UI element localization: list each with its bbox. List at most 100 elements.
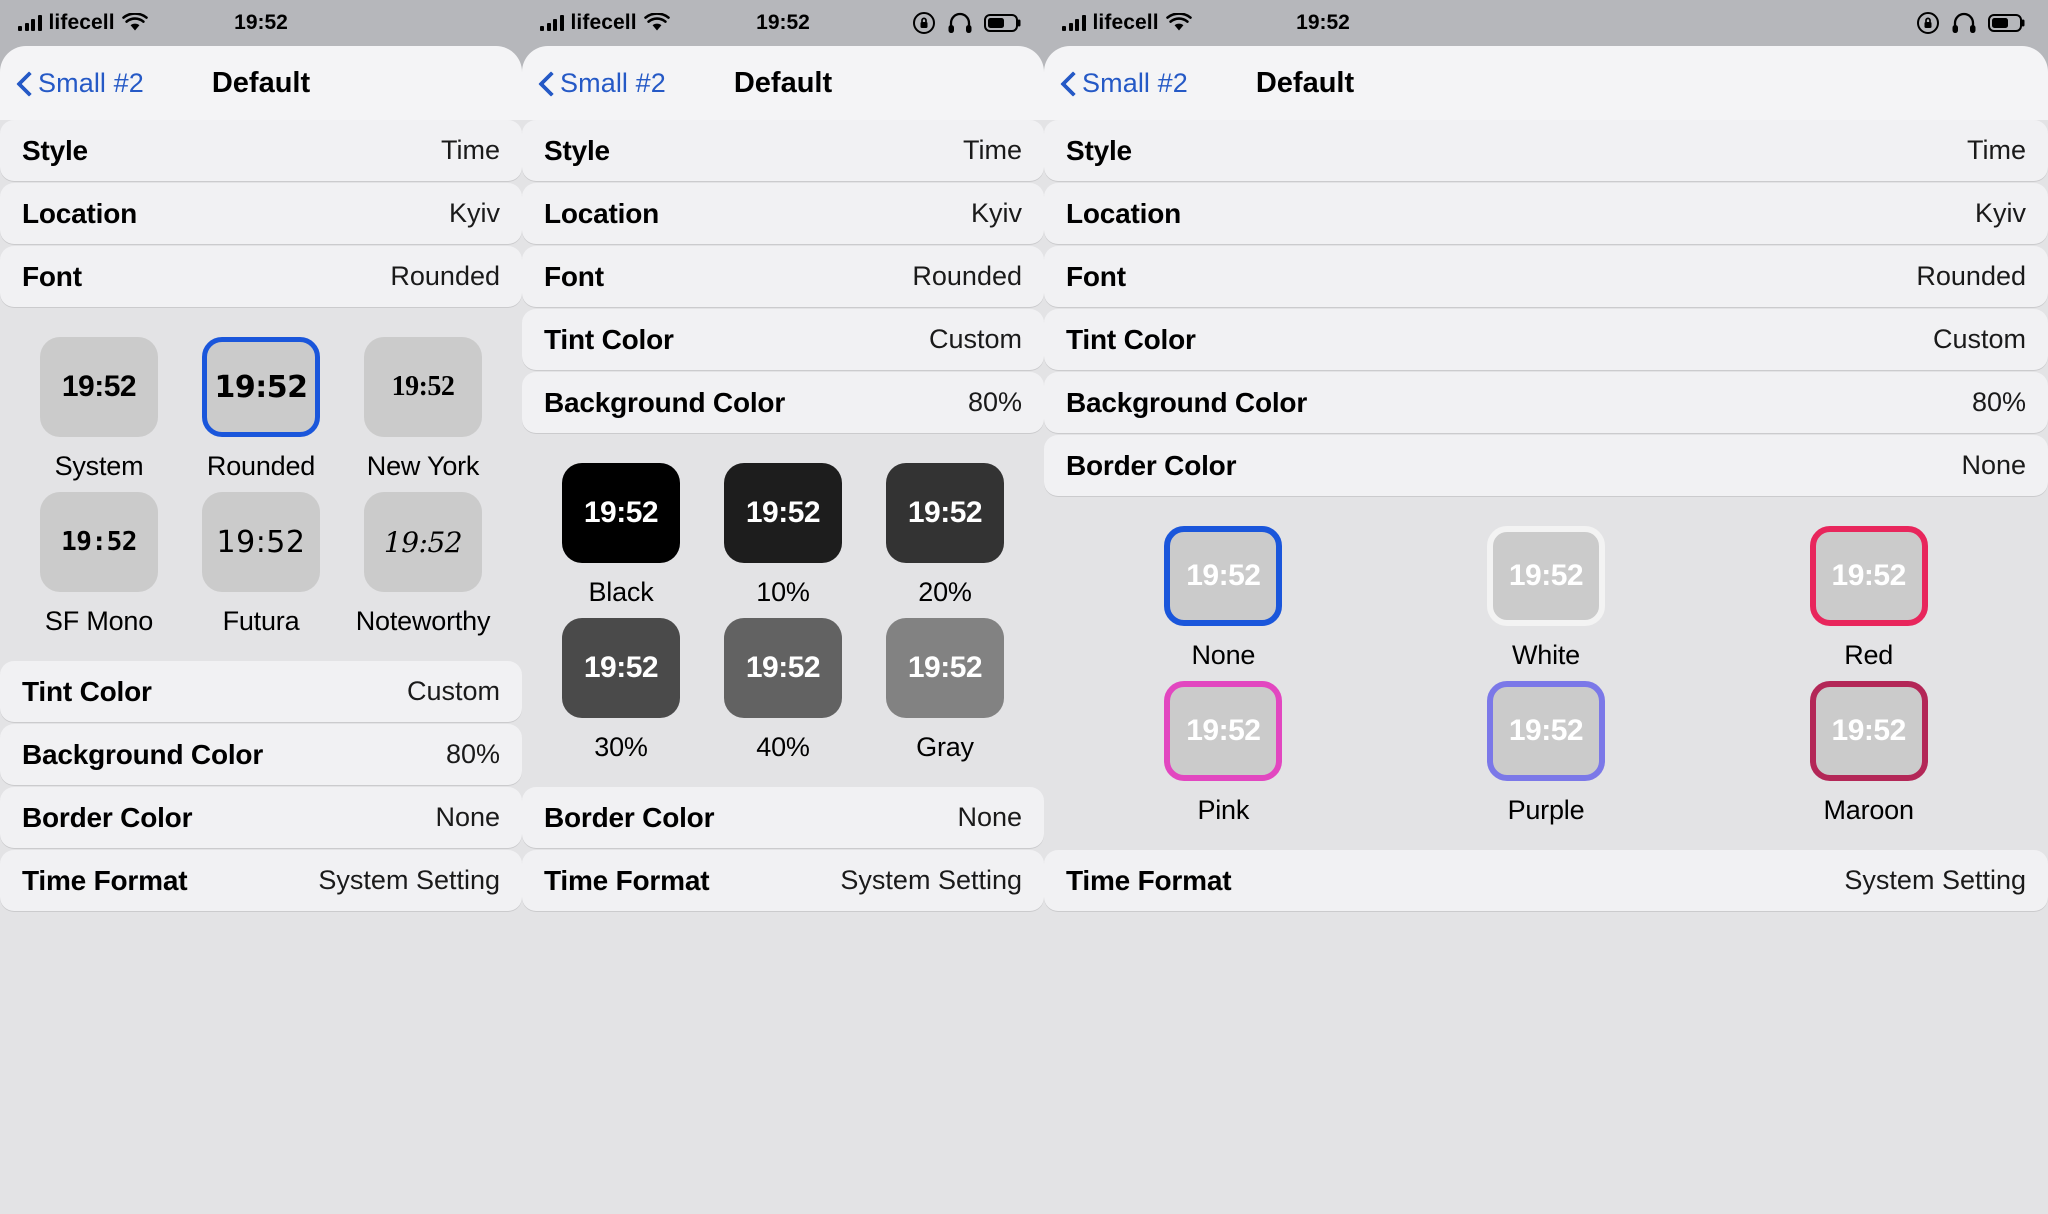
row-time-format[interactable]: Time Format System Setting bbox=[1044, 850, 2048, 911]
border-swatch-selected: 19:52 bbox=[1164, 526, 1283, 626]
background-swatch: 19:52 bbox=[562, 463, 680, 563]
border-option-maroon[interactable]: 19:52 Maroon bbox=[1707, 681, 2030, 826]
row-style[interactable]: Style Time bbox=[1044, 120, 2048, 181]
row-tint-color[interactable]: Tint Color Custom bbox=[522, 309, 1044, 370]
row-tint-color[interactable]: Tint Color Custom bbox=[1044, 309, 2048, 370]
background-option-10[interactable]: 19:52 10% bbox=[702, 463, 864, 608]
background-option-gray[interactable]: 19:52 Gray bbox=[864, 618, 1026, 763]
background-option-label: Black bbox=[588, 577, 654, 607]
chevron-left-icon bbox=[1062, 71, 1076, 95]
font-option-sf-mono[interactable]: 19:52 SF Mono bbox=[18, 492, 180, 637]
row-value: None bbox=[1961, 450, 2026, 480]
font-option-rounded[interactable]: 19:52 Rounded bbox=[180, 337, 342, 482]
background-picker-panel: lifecell 19:52 Small #2 Default Style Ti… bbox=[522, 0, 1044, 1214]
row-label: Border Color bbox=[544, 801, 715, 833]
row-location[interactable]: Location Kyiv bbox=[0, 183, 522, 244]
carrier-name: lifecell bbox=[48, 11, 115, 34]
row-font[interactable]: Font Rounded bbox=[1044, 246, 2048, 307]
font-option-label: New York bbox=[366, 451, 480, 481]
font-option-label: SF Mono bbox=[44, 606, 154, 636]
chevron-left-icon bbox=[18, 71, 32, 95]
status-bar: lifecell 19:52 bbox=[522, 0, 1044, 46]
background-option-label: 30% bbox=[594, 732, 648, 762]
back-button[interactable]: Small #2 bbox=[540, 68, 666, 99]
row-label: Background Color bbox=[544, 386, 786, 418]
font-swatch: 19:52 bbox=[40, 337, 158, 437]
background-option-black[interactable]: 19:52 Black bbox=[540, 463, 702, 608]
row-location[interactable]: Location Kyiv bbox=[1044, 183, 2048, 244]
background-swatch: 19:52 bbox=[724, 463, 842, 563]
background-swatch: 19:52 bbox=[562, 618, 680, 718]
rotation-lock-icon bbox=[913, 12, 935, 34]
settings-list: Style Time Location Kyiv Font Rounded 19… bbox=[0, 120, 522, 1214]
settings-list: Style Time Location Kyiv Font Rounded Ti… bbox=[1044, 120, 2048, 1214]
back-button[interactable]: Small #2 bbox=[18, 68, 144, 99]
row-border-color[interactable]: Border Color None bbox=[522, 787, 1044, 848]
border-option-red[interactable]: 19:52 Red bbox=[1707, 526, 2030, 671]
row-label: Background Color bbox=[22, 738, 264, 770]
font-option-system[interactable]: 19:52 System bbox=[18, 337, 180, 482]
row-time-format[interactable]: Time Format System Setting bbox=[0, 850, 522, 911]
status-bar-left: lifecell bbox=[1062, 11, 1192, 35]
border-option-label: White bbox=[1511, 640, 1580, 670]
navigation-bar: Small #2 Default bbox=[522, 46, 1044, 120]
row-style[interactable]: Style Time bbox=[0, 120, 522, 181]
row-value: None bbox=[435, 802, 500, 832]
row-border-color[interactable]: Border Color None bbox=[0, 787, 522, 848]
navigation-bar: Small #2 Default bbox=[1044, 46, 2048, 120]
font-option-label: Futura bbox=[222, 606, 300, 636]
status-bar-left: lifecell bbox=[18, 11, 148, 35]
row-value: Kyiv bbox=[448, 198, 500, 228]
background-option-20[interactable]: 19:52 20% bbox=[864, 463, 1026, 608]
row-border-color[interactable]: Border Color None bbox=[1044, 435, 2048, 496]
border-option-pink[interactable]: 19:52 Pink bbox=[1062, 681, 1385, 826]
row-label: Location bbox=[1066, 197, 1182, 229]
row-value: System Setting bbox=[1844, 865, 2026, 895]
background-option-label: 40% bbox=[756, 732, 810, 762]
border-option-label: Pink bbox=[1197, 795, 1250, 825]
background-option-30[interactable]: 19:52 30% bbox=[540, 618, 702, 763]
signal-bars-icon bbox=[1062, 15, 1086, 31]
row-font[interactable]: Font Rounded bbox=[0, 246, 522, 307]
border-option-none[interactable]: 19:52 None bbox=[1062, 526, 1385, 671]
row-label: Style bbox=[22, 134, 88, 166]
row-background-color[interactable]: Background Color 80% bbox=[0, 724, 522, 785]
border-option-label: Purple bbox=[1507, 795, 1585, 825]
row-background-color[interactable]: Background Color 80% bbox=[1044, 372, 2048, 433]
font-swatch-selected: 19:52 bbox=[202, 337, 320, 437]
row-value: Kyiv bbox=[970, 198, 1022, 228]
row-value: Rounded bbox=[390, 261, 500, 291]
row-font[interactable]: Font Rounded bbox=[522, 246, 1044, 307]
border-option-purple[interactable]: 19:52 Purple bbox=[1385, 681, 1708, 826]
background-option-grid: 19:52 Black 19:52 10% 19:52 20% 19:52 30… bbox=[522, 433, 1044, 785]
row-label: Font bbox=[22, 260, 82, 292]
font-option-futura[interactable]: 19:52 Futura bbox=[180, 492, 342, 637]
wifi-icon bbox=[643, 13, 670, 31]
font-swatch: 19:52 bbox=[202, 492, 320, 592]
font-option-new-york[interactable]: 19:52 New York bbox=[342, 337, 504, 482]
row-style[interactable]: Style Time bbox=[522, 120, 1044, 181]
row-time-format[interactable]: Time Format System Setting bbox=[522, 850, 1044, 911]
row-background-color[interactable]: Background Color 80% bbox=[522, 372, 1044, 433]
font-option-label: Noteworthy bbox=[355, 606, 491, 636]
border-option-grid: 19:52 None 19:52 White 19:52 Red 19:52 P… bbox=[1044, 496, 2048, 848]
row-label: Time Format bbox=[22, 864, 188, 896]
row-location[interactable]: Location Kyiv bbox=[522, 183, 1044, 244]
font-option-noteworthy[interactable]: 19:52 Noteworthy bbox=[342, 492, 504, 637]
font-option-label: Rounded bbox=[206, 451, 316, 481]
row-value: System Setting bbox=[318, 865, 500, 895]
border-swatch: 19:52 bbox=[1809, 681, 1928, 781]
row-value: Kyiv bbox=[1974, 198, 2026, 228]
row-value: Time bbox=[1967, 135, 2026, 165]
background-option-40[interactable]: 19:52 40% bbox=[702, 618, 864, 763]
signal-bars-icon bbox=[18, 15, 42, 31]
border-option-white[interactable]: 19:52 White bbox=[1385, 526, 1708, 671]
status-bar-right bbox=[912, 11, 1022, 35]
row-tint-color[interactable]: Tint Color Custom bbox=[0, 661, 522, 722]
background-option-label: 10% bbox=[756, 577, 810, 607]
back-button[interactable]: Small #2 bbox=[1062, 68, 1188, 99]
row-value: Rounded bbox=[912, 261, 1022, 291]
row-label: Time Format bbox=[544, 864, 710, 896]
status-bar: lifecell 19:52 bbox=[1044, 0, 2048, 46]
row-label: Style bbox=[1066, 134, 1132, 166]
